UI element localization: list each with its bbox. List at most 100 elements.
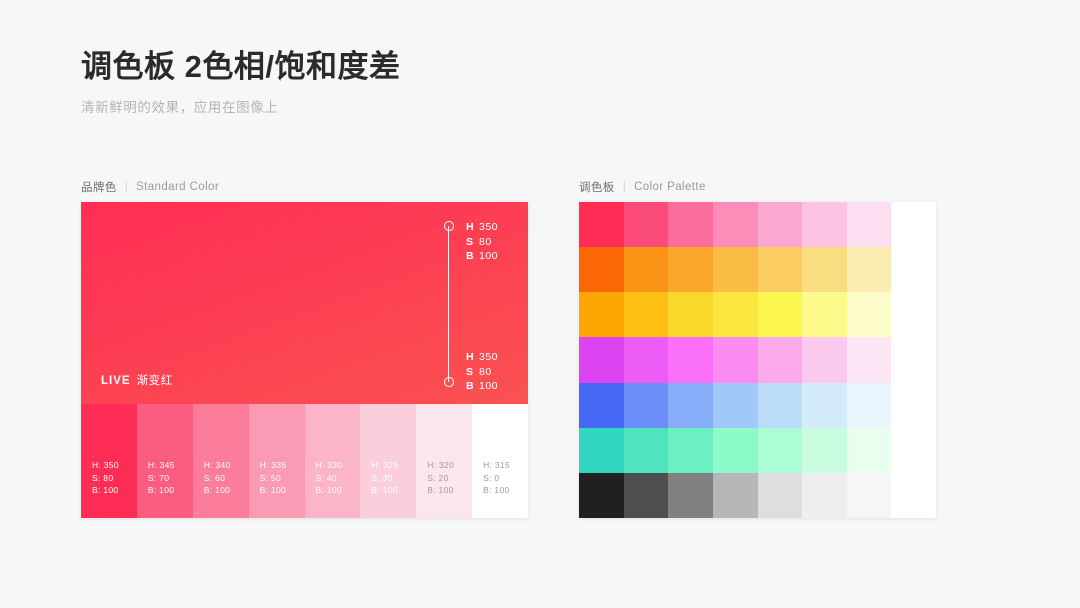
brand-swatch-hsb-label: H: 350 S: 80 B: 100 (92, 459, 119, 497)
palette-cell[interactable] (712, 247, 758, 293)
palette-cell[interactable] (891, 337, 936, 383)
palette-cell[interactable] (623, 472, 669, 518)
palette-cell[interactable] (802, 337, 847, 383)
palette-cell[interactable] (579, 202, 624, 248)
palette-cell[interactable] (757, 202, 803, 248)
palette-cell[interactable] (891, 202, 936, 248)
page-subtitle: 清新鲜明的效果，应用在图像上 (81, 99, 279, 115)
palette-cell[interactable] (712, 202, 758, 248)
hsb-readout-end: H 350 S 80 B 100 (466, 350, 498, 394)
gradient-handle-end-icon[interactable] (443, 377, 454, 387)
palette-cell[interactable] (668, 382, 713, 428)
caption-separator: | (124, 181, 129, 193)
palette-cell[interactable] (846, 382, 892, 428)
hue-key: H (466, 221, 475, 233)
brand-swatch-hsb-label: H: 320 S: 20 B: 100 (427, 459, 454, 497)
hsb-sat-row: S 80 (466, 235, 498, 250)
swatch-hue-value: H: 350 (92, 460, 119, 470)
brand-swatch[interactable]: H: 350 S: 80 B: 100 (81, 404, 137, 518)
brand-gradient-preview[interactable]: H 350 S 80 B 100 H 350 S 80 B 100 LIVE 渐变红 (81, 202, 528, 404)
palette-cell[interactable] (802, 382, 847, 428)
gradient-axis-handle[interactable] (443, 221, 454, 387)
palette-cell[interactable] (846, 427, 892, 473)
caption-label-en: Color Palette (634, 181, 706, 193)
brand-swatch[interactable]: H: 330 S: 40 B: 100 (304, 404, 361, 518)
palette-cell[interactable] (668, 337, 713, 383)
swatch-hue-value: H: 335 (259, 460, 287, 470)
palette-cell[interactable] (712, 472, 758, 518)
palette-cell[interactable] (579, 292, 624, 338)
gradient-handle-start-icon[interactable] (443, 221, 454, 231)
live-gradient-tag: LIVE 渐变红 (101, 372, 173, 388)
hsb-hue-row: H 350 (466, 220, 498, 235)
sat-value: 80 (479, 235, 492, 248)
brand-swatch[interactable]: H: 345 S: 70 B: 100 (136, 404, 193, 518)
palette-row (579, 382, 936, 428)
swatch-hue-value: H: 340 (203, 460, 231, 470)
swatch-bri-value: B: 100 (483, 485, 510, 495)
brand-color-card: H 350 S 80 B 100 H 350 S 80 B 100 LIVE 渐变红 H: 3… (81, 202, 528, 518)
palette-cell[interactable] (757, 427, 803, 473)
palette-cell[interactable] (802, 202, 847, 248)
brand-swatch[interactable]: H: 340 S: 60 B: 100 (192, 404, 249, 518)
palette-cell[interactable] (668, 247, 713, 293)
palette-cell[interactable] (579, 247, 624, 293)
palette-cell[interactable] (757, 382, 803, 428)
palette-cell[interactable] (623, 202, 669, 248)
swatch-sat-value: S: 0 (483, 472, 500, 483)
palette-cell[interactable] (579, 382, 624, 428)
palette-cell[interactable] (668, 427, 713, 473)
palette-cell[interactable] (712, 292, 758, 338)
color-palette-grid (579, 202, 936, 518)
palette-cell[interactable] (579, 472, 624, 518)
palette-cell[interactable] (802, 472, 847, 518)
palette-cell[interactable] (757, 247, 803, 293)
brand-swatch-hsb-label: H: 330 S: 40 B: 100 (316, 459, 343, 497)
palette-cell[interactable] (891, 427, 936, 473)
palette-cell[interactable] (846, 202, 892, 248)
swatch-sat-value: S: 70 (147, 472, 170, 483)
palette-cell[interactable] (757, 337, 803, 383)
palette-cell[interactable] (891, 247, 936, 293)
brand-swatch[interactable]: H: 315 S: 0 B: 100 (472, 404, 528, 518)
sat-key: S (466, 365, 474, 378)
palette-cell[interactable] (757, 292, 803, 338)
palette-cell[interactable] (846, 247, 892, 293)
palette-cell[interactable] (802, 427, 847, 473)
palette-cell[interactable] (891, 382, 936, 428)
palette-cell[interactable] (891, 472, 936, 518)
palette-cell[interactable] (802, 292, 847, 338)
live-badge: LIVE (101, 375, 131, 387)
swatch-hue-value: H: 330 (315, 460, 343, 470)
palette-cell[interactable] (802, 247, 847, 293)
palette-cell[interactable] (668, 292, 713, 338)
palette-cell[interactable] (712, 427, 758, 473)
caption-separator: | (622, 181, 627, 193)
palette-cell[interactable] (846, 292, 892, 338)
swatch-sat-value: S: 80 (92, 472, 114, 483)
palette-cell[interactable] (668, 202, 713, 248)
brand-swatch[interactable]: H: 335 S: 50 B: 100 (248, 404, 305, 518)
palette-row (579, 472, 936, 518)
swatch-sat-value: S: 50 (259, 472, 281, 483)
brand-swatch[interactable]: H: 325 S: 30 B: 100 (360, 404, 417, 518)
palette-cell[interactable] (712, 382, 758, 428)
brand-swatch-hsb-label: H: 325 S: 30 B: 100 (371, 459, 398, 497)
page-title: 调色板 2色相/饱和度差 (81, 49, 401, 84)
palette-cell[interactable] (712, 337, 758, 383)
palette-row (579, 337, 936, 383)
palette-cell[interactable] (668, 472, 713, 518)
brand-swatch[interactable]: H: 320 S: 20 B: 100 (416, 404, 473, 518)
palette-cell[interactable] (623, 337, 669, 383)
palette-cell[interactable] (579, 427, 624, 473)
palette-cell[interactable] (623, 292, 669, 338)
palette-cell[interactable] (623, 247, 669, 293)
palette-cell[interactable] (846, 337, 892, 383)
palette-cell[interactable] (757, 472, 803, 518)
palette-cell[interactable] (579, 337, 624, 383)
sat-key: S (466, 235, 474, 248)
palette-cell[interactable] (623, 382, 669, 428)
palette-cell[interactable] (623, 427, 669, 473)
palette-cell[interactable] (846, 472, 892, 518)
palette-cell[interactable] (891, 292, 936, 338)
